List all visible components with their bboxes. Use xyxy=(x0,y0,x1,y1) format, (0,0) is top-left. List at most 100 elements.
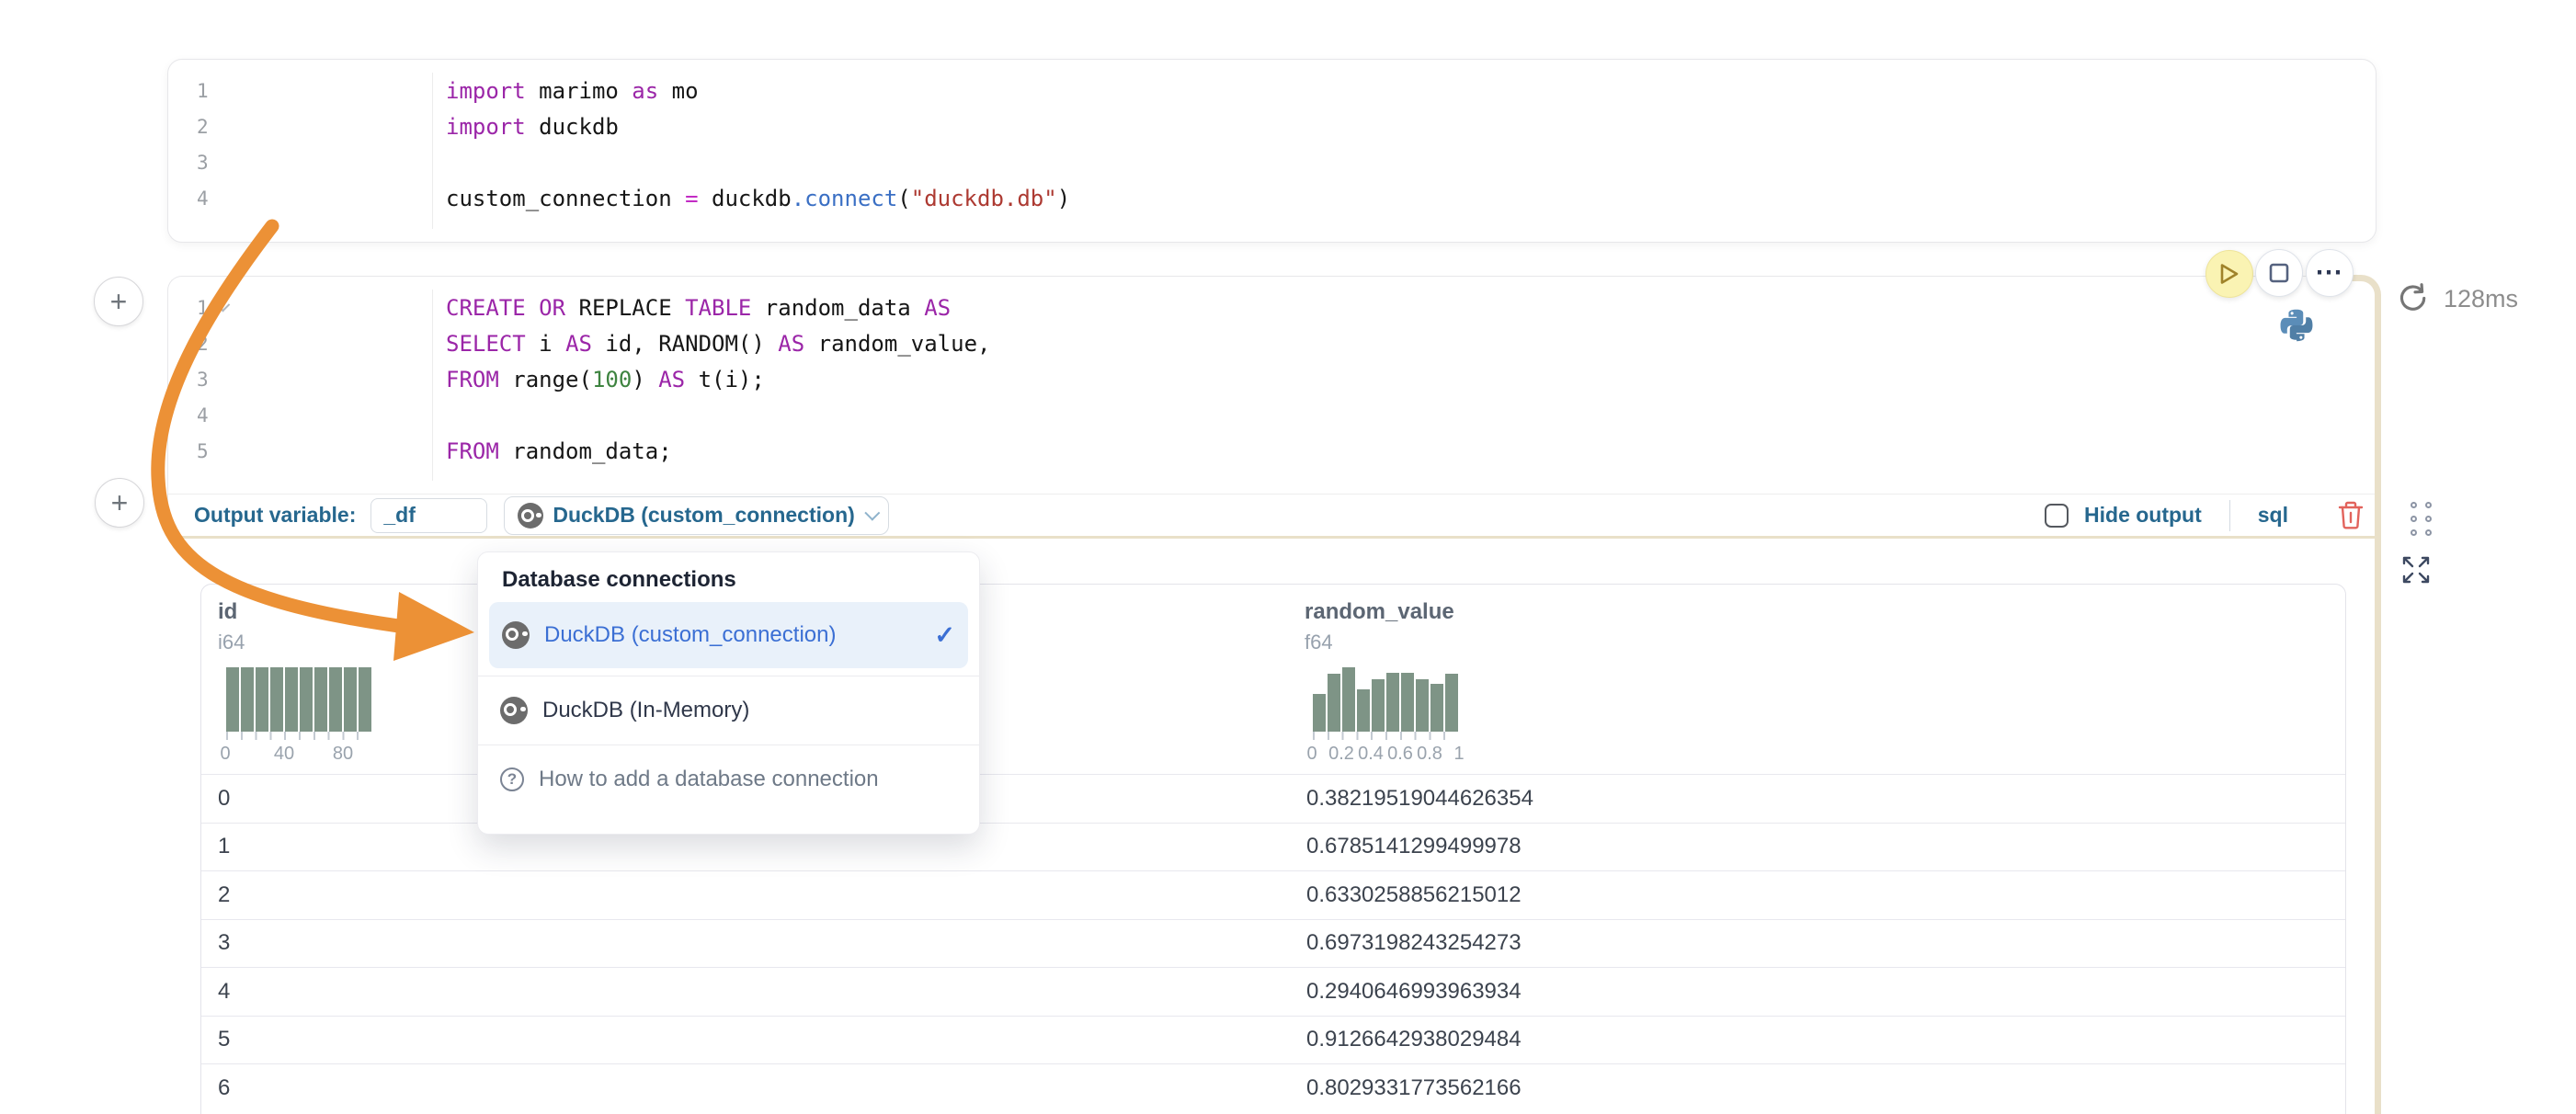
ellipsis-icon: ⋯ xyxy=(2315,264,2344,282)
cell-id: 5 xyxy=(201,1027,1288,1052)
expand-output-button[interactable] xyxy=(2399,553,2433,589)
code-line[interactable]: 1CREATE OR REPLACE TABLE random_data AS xyxy=(168,290,2367,325)
cell-random-value: 0.2940646993963934 xyxy=(1288,979,2345,1005)
line-number: 3 xyxy=(168,152,432,174)
stop-cell-button[interactable] xyxy=(2255,249,2303,297)
runtime-status: 128ms xyxy=(2394,281,2518,316)
histogram-axis-labels: 04080 xyxy=(225,744,372,766)
cell-random-value: 0.38219519044626354 xyxy=(1288,786,2345,812)
line-number: 1 xyxy=(168,297,432,319)
help-icon: ? xyxy=(500,767,524,791)
menu-item-label: DuckDB (In-Memory) xyxy=(542,698,749,723)
hide-output-label: Hide output xyxy=(2084,503,2202,528)
column-histogram-id: 04080 xyxy=(225,667,372,766)
duckdb-icon xyxy=(518,503,543,529)
add-cell-below-button[interactable]: + xyxy=(95,478,144,528)
line-number: 2 xyxy=(168,116,432,138)
check-icon: ✓ xyxy=(934,621,955,650)
cell-random-value: 0.6973198243254273 xyxy=(1288,930,2345,956)
code-line[interactable]: 3FROM range(100) AS t(i); xyxy=(168,361,2367,397)
code-text: import marimo as mo xyxy=(432,78,699,104)
sql-cell[interactable]: 1CREATE OR REPLACE TABLE random_data AS2… xyxy=(167,276,2377,539)
gutter-divider xyxy=(432,290,433,481)
cell-random-value: 0.8029331773562166 xyxy=(1288,1075,2345,1101)
table-row[interactable]: 50.9126642938029484 xyxy=(201,1016,2345,1064)
drag-handle-icon[interactable] xyxy=(2411,502,2432,536)
menu-item-add-connection-help[interactable]: ? How to add a database connection xyxy=(478,745,979,813)
runtime-value: 128ms xyxy=(2444,285,2518,313)
cell-random-value: 0.6785141299499978 xyxy=(1288,834,2345,859)
marimo-notebook: 1import marimo as mo2import duckdb34cust… xyxy=(0,0,2576,1114)
add-cell-above-button[interactable]: + xyxy=(94,277,143,326)
line-number: 2 xyxy=(168,333,432,355)
python-language-icon xyxy=(2279,308,2314,347)
python-cell[interactable]: 1import marimo as mo2import duckdb34cust… xyxy=(167,59,2377,243)
table-row[interactable]: 20.6330258856215012 xyxy=(201,870,2345,919)
refresh-icon[interactable] xyxy=(2394,281,2429,316)
histogram-bars xyxy=(225,667,372,732)
histogram-axis-ticks xyxy=(226,732,371,740)
menu-item-label: DuckDB (custom_connection) xyxy=(544,622,836,648)
code-text: CREATE OR REPLACE TABLE random_data AS xyxy=(432,295,951,321)
cell-random-value: 0.6330258856215012 xyxy=(1288,882,2345,908)
code-text: import duckdb xyxy=(432,114,619,140)
table-row[interactable]: 60.8029331773562166 xyxy=(201,1063,2345,1112)
histogram-axis-labels: 00.20.40.60.81 xyxy=(1312,744,1459,766)
code-line[interactable]: 3 xyxy=(168,144,2366,180)
stop-icon xyxy=(2269,263,2289,283)
line-number: 4 xyxy=(168,404,432,426)
cell-id: 2 xyxy=(201,882,1288,908)
duckdb-icon xyxy=(500,697,528,724)
toolbar-divider xyxy=(2229,500,2230,531)
sql-cell-toolbar: Output variable: DuckDB (custom_connecti… xyxy=(168,494,2377,536)
fold-chevron-icon[interactable] xyxy=(215,298,230,313)
hide-output-checkbox[interactable] xyxy=(2045,504,2069,528)
code-line[interactable]: 5FROM random_data; xyxy=(168,433,2367,469)
chevron-down-icon xyxy=(864,505,880,520)
menu-item-label: How to add a database connection xyxy=(539,767,879,792)
output-variable-input[interactable] xyxy=(370,498,487,533)
line-number: 5 xyxy=(168,440,432,462)
line-number: 1 xyxy=(168,80,432,102)
play-icon xyxy=(2219,263,2240,285)
column-name: random_value xyxy=(1305,599,2345,625)
code-line[interactable]: 2SELECT i AS id, RANDOM() AS random_valu… xyxy=(168,325,2367,361)
menu-item-duckdb-in-memory[interactable]: DuckDB (In-Memory) xyxy=(478,676,979,745)
connection-select-label: DuckDB (custom_connection) xyxy=(553,503,854,528)
line-number: 3 xyxy=(168,369,432,391)
gutter-divider xyxy=(432,73,433,229)
histogram-axis-ticks xyxy=(1313,732,1458,740)
delete-cell-icon[interactable] xyxy=(2336,500,2365,531)
cell-id: 6 xyxy=(201,1075,1288,1101)
menu-item-duckdb-custom-connection[interactable]: DuckDB (custom_connection) ✓ xyxy=(489,602,968,668)
histogram-bars xyxy=(1312,667,1459,732)
code-line[interactable]: 2import duckdb xyxy=(168,108,2366,144)
database-connections-menu: Database connections DuckDB (custom_conn… xyxy=(477,551,980,835)
sql-code-editor[interactable]: 1CREATE OR REPLACE TABLE random_data AS2… xyxy=(168,290,2367,481)
cell-id: 4 xyxy=(201,979,1288,1005)
cell-menu-button[interactable]: ⋯ xyxy=(2306,249,2354,297)
cell-random-value: 0.9126642938029484 xyxy=(1288,1027,2345,1052)
code-line[interactable]: 4custom_connection = duckdb.connect("duc… xyxy=(168,180,2366,216)
expand-icon xyxy=(2399,553,2433,586)
output-variable-label: Output variable: xyxy=(194,503,356,528)
line-number: 4 xyxy=(168,188,432,210)
cell-id: 3 xyxy=(201,930,1288,956)
python-code-editor[interactable]: 1import marimo as mo2import duckdb34cust… xyxy=(168,73,2366,229)
run-cell-button[interactable] xyxy=(2206,250,2253,298)
code-line[interactable]: 1import marimo as mo xyxy=(168,73,2366,108)
menu-title: Database connections xyxy=(478,567,979,593)
column-histogram-random-value: 00.20.40.60.81 xyxy=(1312,667,1459,766)
code-line[interactable]: 4 xyxy=(168,397,2367,433)
code-text: FROM range(100) AS t(i); xyxy=(432,367,765,392)
connection-select-button[interactable]: DuckDB (custom_connection) xyxy=(504,496,888,535)
toolbar-right-group: Hide output sql xyxy=(2045,500,2365,531)
language-badge: sql xyxy=(2258,503,2288,528)
column-type: f64 xyxy=(1305,631,2345,654)
column-header-random-value[interactable]: random_value f64 00.20.40.60.81 xyxy=(1288,585,2345,774)
table-row[interactable]: 40.2940646993963934 xyxy=(201,967,2345,1016)
code-text: SELECT i AS id, RANDOM() AS random_value… xyxy=(432,331,990,357)
code-text: FROM random_data; xyxy=(432,438,672,464)
code-text: custom_connection = duckdb.connect("duck… xyxy=(432,186,1070,211)
table-row[interactable]: 30.6973198243254273 xyxy=(201,919,2345,968)
